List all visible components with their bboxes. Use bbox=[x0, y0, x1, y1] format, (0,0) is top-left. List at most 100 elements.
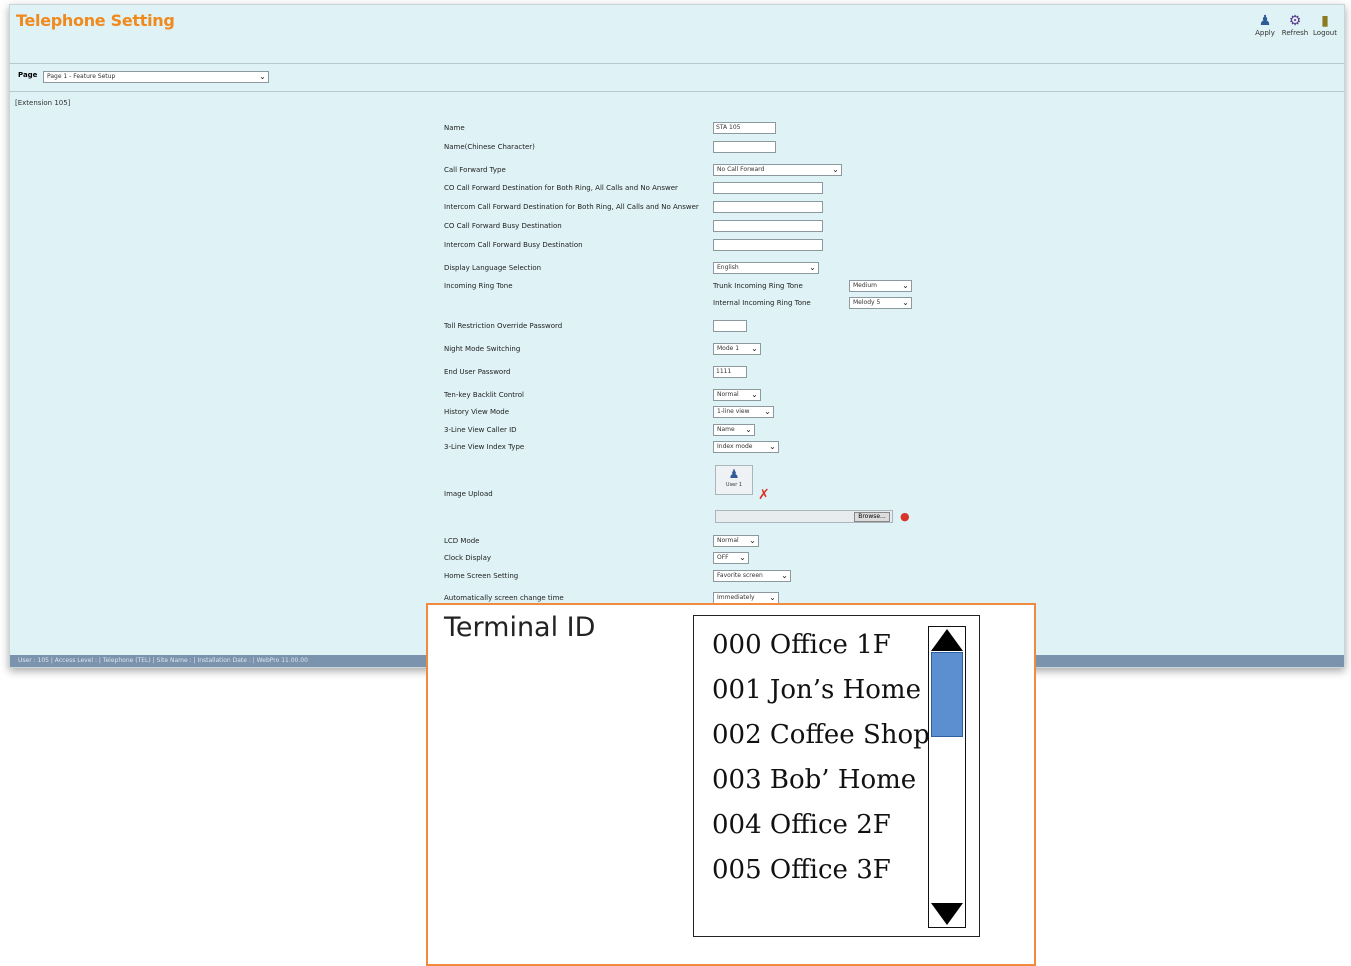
field-label-user-password: End User Password bbox=[444, 368, 511, 376]
thumbnail-caption: User 1 bbox=[725, 482, 743, 488]
logout-label: Logout bbox=[1313, 29, 1337, 37]
field-label-icm-forward-busy: Intercom Call Forward Busy Destination bbox=[444, 241, 583, 249]
caller-id-select[interactable]: Name ⌄ bbox=[713, 424, 755, 436]
call-forward-type-select[interactable]: No Call Forward ⌄ bbox=[713, 164, 842, 176]
apply-label: Apply bbox=[1255, 29, 1275, 37]
history-view-value: 1-line view bbox=[717, 408, 750, 415]
icm-forward-busy-input[interactable] bbox=[713, 239, 823, 251]
logout-icon: ▮ bbox=[1321, 13, 1329, 29]
chevron-down-icon: ⌄ bbox=[900, 298, 911, 308]
field-label-language: Display Language Selection bbox=[444, 264, 542, 272]
chevron-down-icon: ⌄ bbox=[767, 442, 778, 452]
header-divider bbox=[10, 63, 1344, 64]
list-item[interactable]: 001 Jon’s Home bbox=[712, 675, 921, 705]
trunk-ring-tone-select[interactable]: Medium ⌄ bbox=[849, 280, 912, 292]
name-chinese-input[interactable] bbox=[713, 141, 776, 153]
field-label-ring-tone: Incoming Ring Tone bbox=[444, 282, 513, 290]
internal-ring-tone-label: Internal Incoming Ring Tone bbox=[713, 299, 811, 307]
refresh-button[interactable]: ⚙ Refresh bbox=[1280, 13, 1310, 37]
chevron-down-icon: ⌄ bbox=[900, 281, 911, 291]
scrollbar[interactable] bbox=[928, 626, 966, 928]
chevron-down-icon: ⌄ bbox=[257, 72, 268, 82]
chevron-down-icon: ⌄ bbox=[762, 407, 773, 417]
backlit-select[interactable]: Normal ⌄ bbox=[713, 389, 761, 401]
chevron-down-icon: ⌄ bbox=[767, 593, 778, 603]
list-item[interactable]: 003 Bob’ Home bbox=[712, 765, 916, 795]
chevron-down-icon: ⌄ bbox=[830, 165, 841, 175]
field-label-clock-display: Clock Display bbox=[444, 554, 492, 562]
backlit-value: Normal bbox=[717, 391, 739, 398]
icm-forward-dest-input[interactable] bbox=[713, 201, 823, 213]
page-selector-row: Page bbox=[18, 71, 37, 79]
field-label-night-mode: Night Mode Switching bbox=[444, 345, 521, 353]
user-password-input[interactable]: 1111 bbox=[713, 366, 747, 378]
list-item[interactable]: 004 Office 2F bbox=[712, 810, 891, 840]
screen-change-value: Immediately bbox=[717, 594, 755, 601]
scrollbar-thumb[interactable] bbox=[931, 652, 963, 737]
field-label-icm-forward-dest: Intercom Call Forward Destination for Bo… bbox=[444, 203, 699, 211]
field-label-co-forward-dest: CO Call Forward Destination for Both Rin… bbox=[444, 184, 678, 192]
callout-title: Terminal ID bbox=[444, 612, 596, 643]
delete-image-icon[interactable]: ✗ bbox=[758, 487, 770, 503]
list-item[interactable]: 000 Office 1F bbox=[712, 630, 891, 660]
home-screen-select[interactable]: Favorite screen ⌄ bbox=[713, 570, 791, 582]
list-item[interactable]: 002 Coffee Shop bbox=[712, 720, 930, 750]
field-label-screen-change: Automatically screen change time bbox=[444, 594, 564, 602]
scroll-up-arrow-icon[interactable] bbox=[931, 629, 963, 651]
page-select[interactable]: Page 1 - Feature Setup ⌄ bbox=[43, 71, 269, 83]
field-label-toll-password: Toll Restriction Override Password bbox=[444, 322, 563, 330]
index-type-value: Index mode bbox=[717, 443, 753, 450]
internal-ring-tone-select[interactable]: Melody 5 ⌄ bbox=[849, 297, 912, 309]
toll-password-input[interactable] bbox=[713, 320, 747, 332]
terminal-id-callout: Terminal ID 000 Office 1F 001 Jon’s Home… bbox=[426, 603, 1036, 966]
terminal-id-listbox[interactable]: 000 Office 1F 001 Jon’s Home 002 Coffee … bbox=[693, 615, 980, 937]
field-label-home-screen: Home Screen Setting bbox=[444, 572, 519, 580]
clock-display-select[interactable]: OFF ⌄ bbox=[713, 552, 749, 564]
caller-id-value: Name bbox=[717, 426, 735, 433]
apply-button[interactable]: ♟ Apply bbox=[1250, 13, 1280, 37]
trunk-ring-tone-label: Trunk Incoming Ring Tone bbox=[713, 282, 803, 290]
language-value: English bbox=[717, 264, 739, 271]
chevron-down-icon: ⌄ bbox=[779, 571, 790, 581]
upload-icon[interactable]: ● bbox=[900, 510, 910, 523]
browse-button[interactable]: Browse... bbox=[854, 512, 890, 522]
page-title: Telephone Setting bbox=[16, 11, 175, 30]
logout-button[interactable]: ▮ Logout bbox=[1310, 13, 1340, 37]
chevron-down-icon: ⌄ bbox=[747, 536, 758, 546]
lcd-mode-select[interactable]: Normal ⌄ bbox=[713, 535, 759, 547]
lcd-mode-value: Normal bbox=[717, 537, 739, 544]
image-thumbnail[interactable]: ♟ User 1 bbox=[715, 465, 753, 495]
night-mode-select[interactable]: Mode 1 ⌄ bbox=[713, 343, 761, 355]
chevron-down-icon: ⌄ bbox=[749, 344, 760, 354]
extension-label: [Extension 105] bbox=[15, 99, 71, 107]
field-label-call-forward-type: Call Forward Type bbox=[444, 166, 506, 174]
field-label-image-upload: Image Upload bbox=[444, 490, 493, 498]
history-view-select[interactable]: 1-line view ⌄ bbox=[713, 406, 774, 418]
field-label-name-chinese: Name(Chinese Character) bbox=[444, 143, 535, 151]
trunk-ring-tone-value: Medium bbox=[853, 282, 877, 289]
co-forward-dest-input[interactable] bbox=[713, 182, 823, 194]
chevron-down-icon: ⌄ bbox=[737, 553, 748, 563]
user-icon: ♟ bbox=[728, 467, 740, 481]
list-item[interactable]: 005 Office 3F bbox=[712, 855, 891, 885]
scroll-down-arrow-icon[interactable] bbox=[931, 903, 963, 925]
file-upload-field[interactable]: Browse... bbox=[715, 510, 893, 523]
name-input[interactable]: STA 105 bbox=[713, 122, 776, 134]
page-label: Page bbox=[18, 71, 38, 79]
field-label-name: Name bbox=[444, 124, 465, 132]
apply-icon: ♟ bbox=[1258, 13, 1272, 29]
field-label-lcd-mode: LCD Mode bbox=[444, 537, 480, 545]
field-label-co-forward-busy: CO Call Forward Busy Destination bbox=[444, 222, 562, 230]
page-select-value: Page 1 - Feature Setup bbox=[47, 73, 116, 80]
chevron-down-icon: ⌄ bbox=[749, 390, 760, 400]
chevron-down-icon: ⌄ bbox=[743, 425, 754, 435]
internal-ring-tone-value: Melody 5 bbox=[853, 299, 881, 306]
telephone-setting-window: Telephone Setting ♟ Apply ⚙ Refresh ▮ Lo… bbox=[9, 4, 1345, 668]
page-divider bbox=[10, 91, 1344, 92]
co-forward-busy-input[interactable] bbox=[713, 220, 823, 232]
language-select[interactable]: English ⌄ bbox=[713, 262, 819, 274]
index-type-select[interactable]: Index mode ⌄ bbox=[713, 441, 779, 453]
call-forward-type-value: No Call Forward bbox=[717, 166, 765, 173]
refresh-icon: ⚙ bbox=[1288, 13, 1302, 29]
refresh-label: Refresh bbox=[1281, 29, 1309, 37]
